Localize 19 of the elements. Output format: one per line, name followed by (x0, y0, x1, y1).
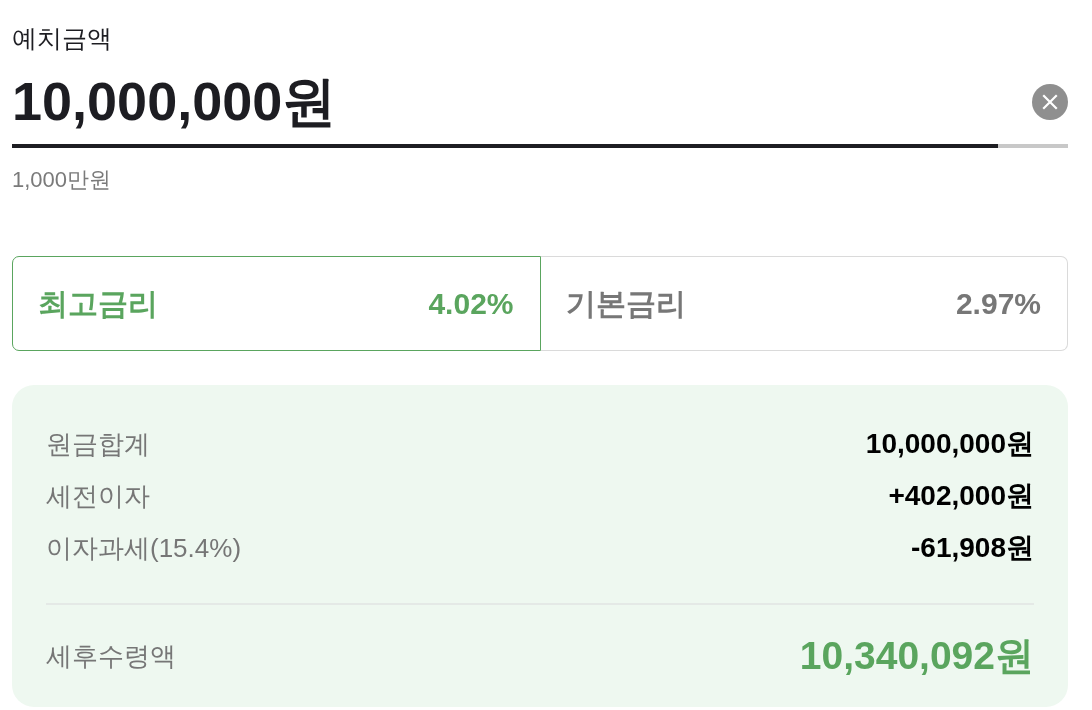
summary-label: 이자과세(15.4%) (46, 532, 242, 565)
summary-label: 세전이자 (46, 480, 150, 513)
amount-hint: 1,000만원 (12, 166, 112, 194)
tab-label: 최고금리 (38, 285, 158, 322)
tab-rate: 4.02% (428, 285, 514, 322)
rate-tab[interactable]: 최고금리 4.02% (12, 256, 541, 351)
tab-rate: 2.97% (955, 285, 1041, 322)
summary-label: 원금합계 (46, 428, 150, 461)
rate-tab[interactable]: 기본금리 2.97% (540, 256, 1068, 351)
summary-value: 10,000,000원 (865, 427, 1034, 461)
tab-label: 기본금리 (565, 285, 686, 322)
total-label: 세후수령액 (46, 640, 176, 673)
summary-value: -61,908원 (911, 531, 1034, 565)
clear-button[interactable] (1032, 84, 1068, 120)
total-value: 10,340,092원 (799, 633, 1034, 679)
close-icon (1032, 84, 1068, 120)
summary-value: +402,000원 (888, 479, 1034, 513)
amount-input[interactable]: 10,000,000원 (12, 70, 998, 148)
field-label: 예치금액 (12, 23, 112, 54)
